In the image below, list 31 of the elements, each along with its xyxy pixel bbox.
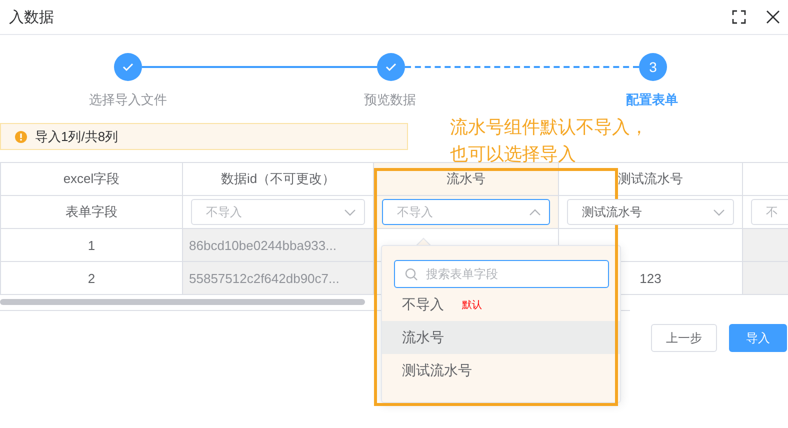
- column-header: 数据id（不可更改）: [182, 162, 374, 196]
- info-alert: 导入1列/共8列: [0, 123, 408, 150]
- warning-icon: [15, 130, 27, 142]
- dialog-title: 入数据: [9, 8, 55, 26]
- default-tag: 默认: [462, 298, 482, 312]
- check-icon: [122, 62, 134, 72]
- fullscreen-icon[interactable]: [732, 10, 746, 24]
- table-cell: 55857512c2f642db90c7...: [182, 262, 374, 294]
- chevron-down-icon: [344, 208, 356, 216]
- table-cell: 2: [0, 262, 182, 294]
- dropdown-option[interactable]: 测试流水号: [382, 354, 620, 387]
- annotation-text: 流水号组件默认不导入，: [450, 116, 648, 139]
- search-icon: [405, 268, 418, 280]
- step-circle: 3: [639, 53, 667, 81]
- chevron-down-icon: [713, 208, 725, 216]
- step-label: 配置表单: [626, 92, 678, 107]
- table-cell: 86bcd10be0244bba933...: [182, 228, 374, 262]
- scrollbar[interactable]: [0, 299, 365, 305]
- import-button[interactable]: 导入: [729, 324, 787, 352]
- step-label: 预览数据: [364, 92, 416, 107]
- field-select[interactable]: 测试流水号: [567, 199, 734, 225]
- column-header: excel字段: [0, 162, 182, 196]
- step-label: 选择导入文件: [89, 92, 167, 107]
- row-header: 表单字段: [0, 196, 182, 228]
- column-header: 测试流水号: [558, 162, 742, 196]
- chevron-up-icon: [529, 208, 541, 216]
- close-icon[interactable]: [766, 10, 780, 24]
- check-icon: [384, 62, 396, 72]
- back-button[interactable]: 上一步: [651, 324, 717, 352]
- dropdown-option[interactable]: 流水号: [382, 321, 620, 354]
- table-cell: 1: [0, 228, 182, 262]
